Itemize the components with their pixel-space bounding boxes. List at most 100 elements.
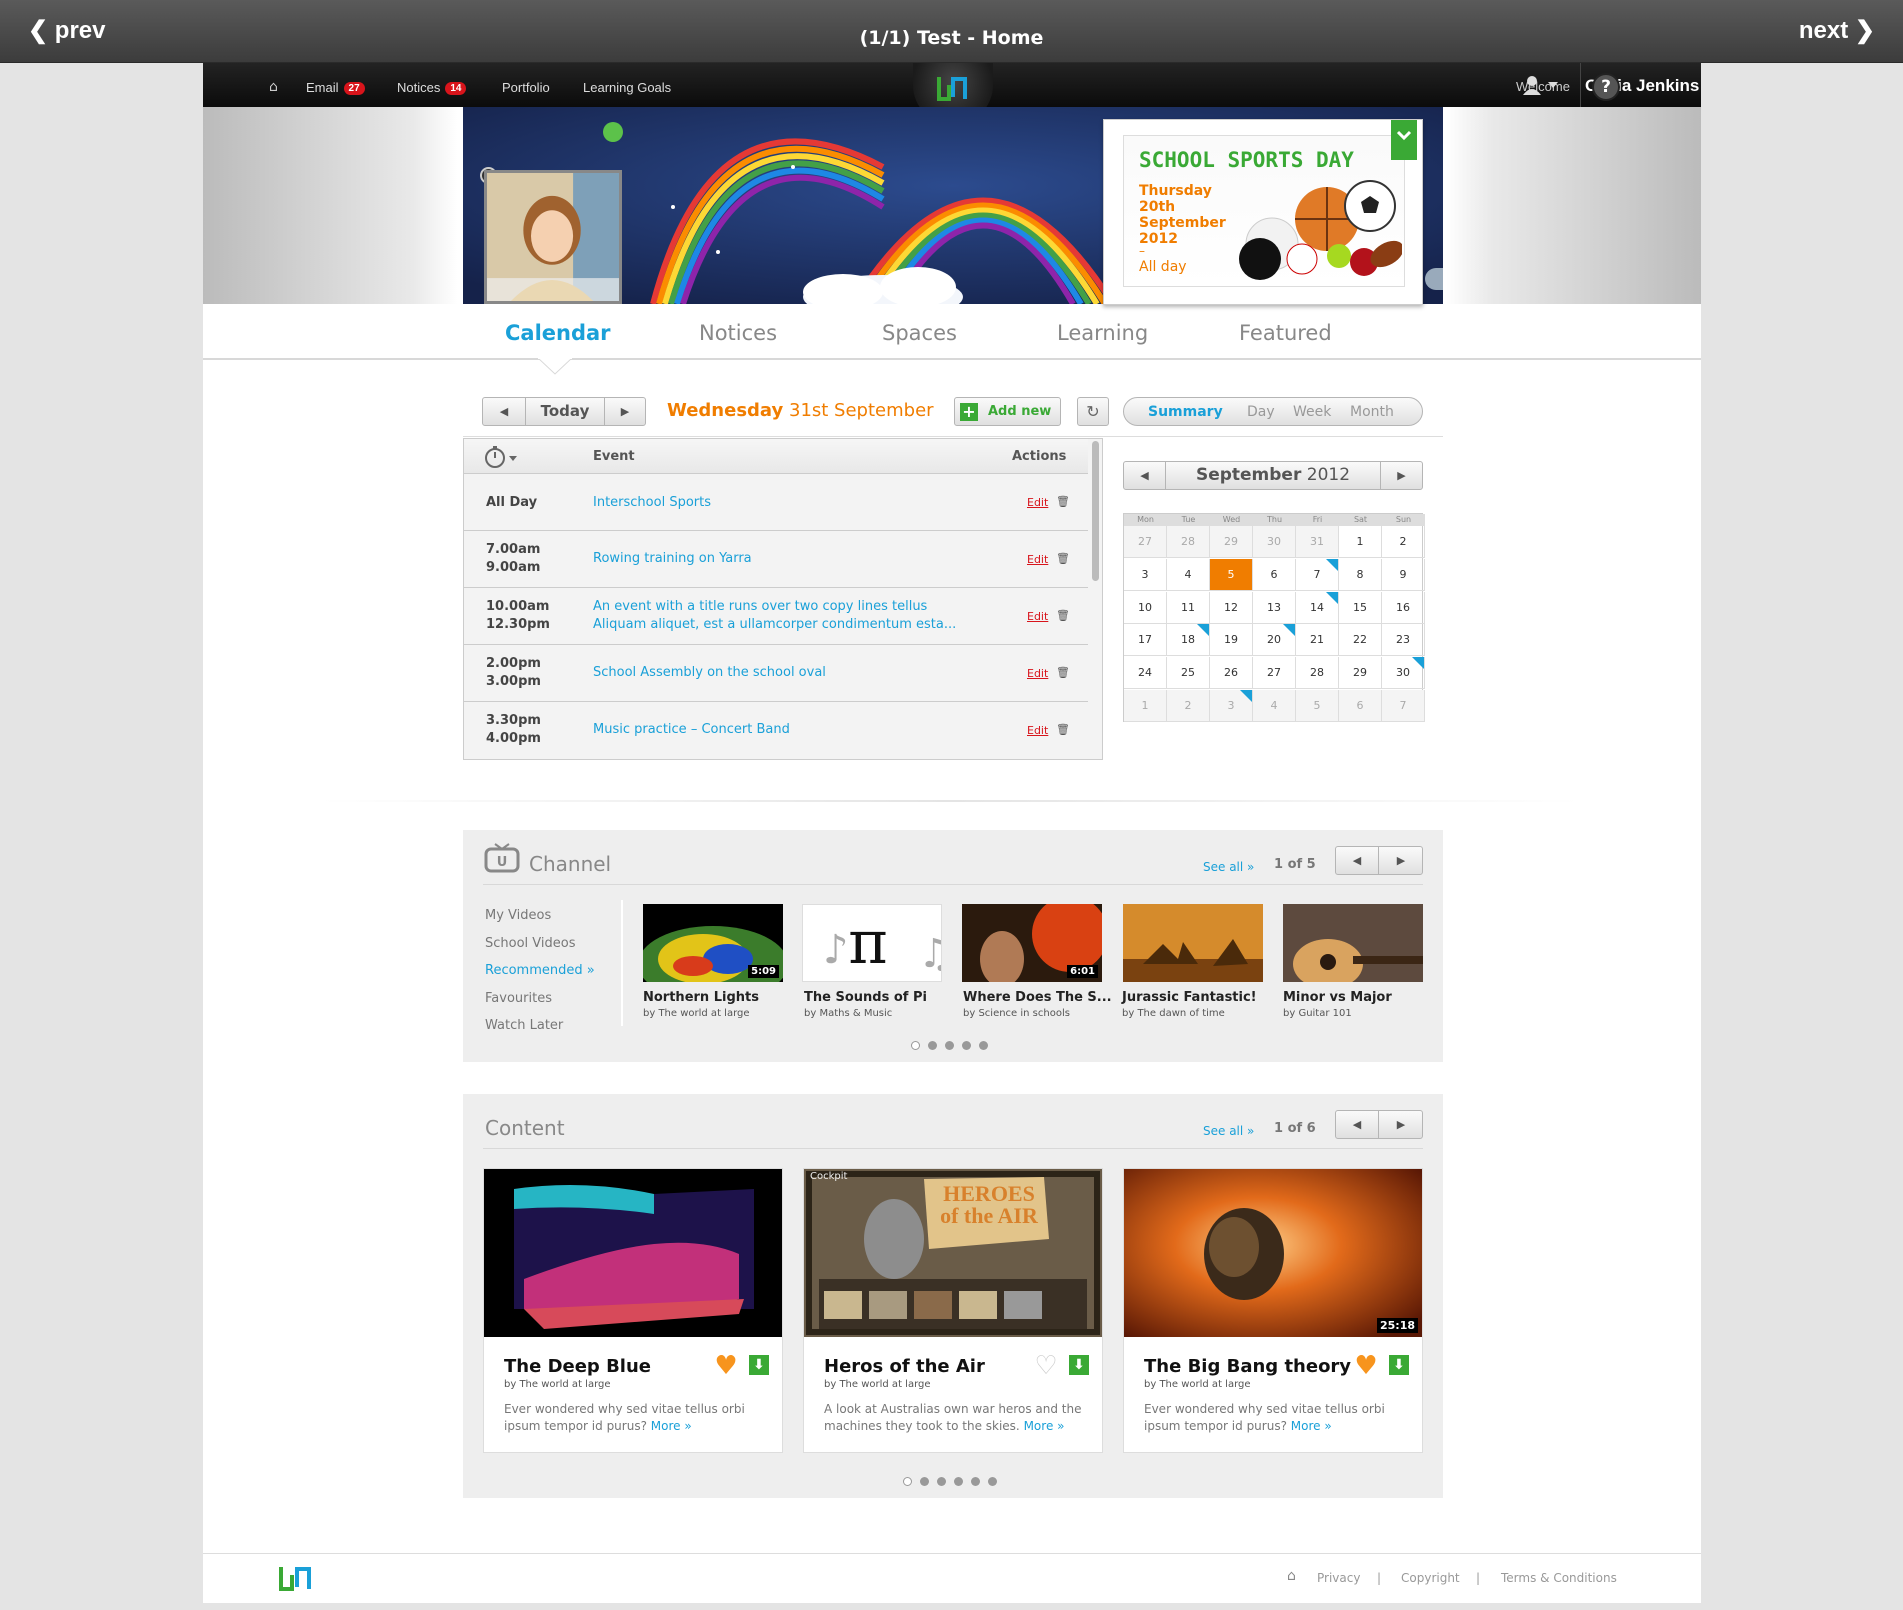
footer-logo-icon[interactable] (278, 1563, 312, 1593)
content-title-text[interactable]: Heros of the Air (824, 1356, 985, 1377)
calendar-day[interactable]: 22 (1339, 624, 1382, 657)
footer-home-icon[interactable]: ⌂ (1287, 1568, 1296, 1584)
calendar-day[interactable]: 11 (1167, 591, 1210, 624)
calendar-day[interactable]: 1 (1339, 526, 1382, 558)
page-dot[interactable] (920, 1477, 929, 1486)
calendar-day[interactable]: 19 (1210, 624, 1253, 657)
video-title[interactable]: Jurassic Fantastic! (1122, 990, 1257, 1005)
event-row[interactable]: All Day Interschool Sports Edit 🗑 (464, 474, 1088, 531)
video-thumbnail[interactable]: 6:01 (962, 904, 1102, 982)
calendar-day[interactable]: 18 (1167, 624, 1210, 657)
event-row[interactable]: 2.00pm 3.00pm School Assembly on the sch… (464, 645, 1088, 702)
footer-copyright-link[interactable]: Copyright (1401, 1571, 1460, 1585)
video-title[interactable]: Minor vs Major (1283, 990, 1392, 1005)
download-icon[interactable]: ⬇ (749, 1355, 769, 1375)
calendar-day[interactable]: 24 (1124, 657, 1167, 690)
calendar-day[interactable]: 7 (1296, 558, 1339, 591)
channel-nav-recommended[interactable]: Recommended » (485, 963, 595, 978)
calendar-day[interactable]: 30 (1253, 526, 1296, 558)
video-title[interactable]: Where Does The S... (963, 990, 1112, 1005)
footer-privacy-link[interactable]: Privacy (1317, 1571, 1360, 1585)
calendar-day[interactable]: 28 (1296, 657, 1339, 690)
edit-link[interactable]: Edit (1027, 667, 1048, 680)
banner-next-handle[interactable] (1425, 268, 1443, 290)
calendar-day[interactable]: 31 (1296, 526, 1339, 558)
channel-see-all[interactable]: See all » (1203, 860, 1254, 874)
content-title-text[interactable]: The Big Bang theory (1144, 1356, 1351, 1377)
page-dot[interactable] (962, 1041, 971, 1050)
home-icon[interactable]: ⌂ (269, 79, 278, 95)
content-see-all[interactable]: See all » (1203, 1124, 1254, 1138)
channel-next-button[interactable]: ▶ (1380, 847, 1422, 874)
calendar-day[interactable]: 29 (1210, 526, 1253, 558)
edit-link[interactable]: Edit (1027, 496, 1048, 509)
calendar-day[interactable]: 29 (1339, 657, 1382, 690)
tab-featured[interactable]: Featured (1239, 321, 1332, 345)
edit-link[interactable]: Edit (1027, 610, 1048, 623)
page-dot[interactable] (928, 1041, 937, 1050)
calendar-day[interactable]: 27 (1253, 657, 1296, 690)
trash-icon[interactable]: 🗑 (1056, 723, 1070, 736)
event-title[interactable]: Rowing training on Yarra (593, 550, 752, 568)
next-month-button[interactable]: ▶ (1380, 462, 1422, 489)
page-dot[interactable] (937, 1477, 946, 1486)
calendar-day[interactable]: 12 (1210, 591, 1253, 624)
page-dot[interactable] (988, 1477, 997, 1486)
calendar-day[interactable]: 10 (1124, 591, 1167, 624)
calendar-day[interactable]: 2 (1167, 690, 1210, 722)
more-link[interactable]: More » (1291, 1419, 1332, 1433)
calendar-day[interactable]: 3 (1210, 690, 1253, 722)
calendar-day[interactable]: 14 (1296, 591, 1339, 624)
video-thumbnail[interactable] (1283, 904, 1423, 982)
video-title[interactable]: The Sounds of Pi (804, 990, 927, 1005)
calendar-day[interactable]: 6 (1253, 558, 1296, 591)
help-button[interactable]: ? (1592, 73, 1620, 101)
calendar-day[interactable]: 7 (1382, 690, 1425, 722)
calendar-day[interactable]: 4 (1167, 558, 1210, 591)
video-thumbnail[interactable]: 5:09 (643, 904, 783, 982)
page-dot[interactable] (971, 1477, 980, 1486)
trash-icon[interactable]: 🗑 (1056, 552, 1070, 565)
calendar-day[interactable]: 16 (1382, 591, 1425, 624)
calendar-day[interactable]: 28 (1167, 526, 1210, 558)
video-thumbnail[interactable]: π ♪ ♫ (802, 904, 954, 982)
calendar-day[interactable]: 30 (1382, 657, 1425, 690)
refresh-button[interactable]: ↻ (1077, 397, 1109, 426)
calendar-day[interactable]: 6 (1339, 690, 1382, 722)
calendar-day[interactable]: 27 (1124, 526, 1167, 558)
page-dot[interactable] (945, 1041, 954, 1050)
event-promo-card[interactable]: SCHOOL SPORTS DAY Thursday 20th Septembe… (1103, 119, 1423, 305)
page-dot[interactable] (903, 1477, 912, 1486)
page-dot[interactable] (911, 1041, 920, 1050)
content-next-button[interactable]: ▶ (1380, 1111, 1422, 1138)
tab-calendar[interactable]: Calendar (505, 321, 611, 345)
calendar-day[interactable]: 13 (1253, 591, 1296, 624)
content-card[interactable]: 25:18 The Big Bang theory ♥ ⬇ by The wor… (1123, 1168, 1423, 1453)
event-row[interactable]: 3.30pm 4.00pm Music practice – Concert B… (464, 702, 1088, 759)
nav-email[interactable]: Email 27 (306, 80, 365, 95)
view-week[interactable]: Week (1293, 404, 1331, 420)
page-dot[interactable] (954, 1477, 963, 1486)
video-thumbnail[interactable] (1123, 904, 1263, 982)
channel-nav-favourites[interactable]: Favourites (485, 991, 552, 1006)
channel-nav-school-videos[interactable]: School Videos (485, 936, 576, 951)
calendar-day[interactable]: 4 (1253, 690, 1296, 722)
calendar-day[interactable]: 25 (1167, 657, 1210, 690)
event-title-line2[interactable]: Aliquam aliquet, est a ullamcorper condi… (593, 616, 956, 634)
calendar-day[interactable]: 26 (1210, 657, 1253, 690)
channel-prev-button[interactable]: ◀ (1336, 847, 1379, 874)
calendar-day[interactable]: 5 (1210, 558, 1253, 591)
user-menu[interactable] (1521, 73, 1561, 97)
tab-learning[interactable]: Learning (1057, 321, 1148, 345)
trash-icon[interactable]: 🗑 (1056, 495, 1070, 508)
trash-icon[interactable]: 🗑 (1056, 609, 1070, 622)
content-card[interactable]: The Deep Blue ♥ ⬇ by The world at large … (483, 1168, 783, 1453)
nav-learning-goals[interactable]: Learning Goals (583, 80, 671, 95)
prev-day-button[interactable]: ◀ (483, 398, 526, 425)
video-title[interactable]: Northern Lights (643, 990, 759, 1005)
prev-month-button[interactable]: ◀ (1124, 462, 1166, 489)
stopwatch-icon[interactable] (484, 445, 520, 469)
more-link[interactable]: More » (1024, 1419, 1065, 1433)
event-title[interactable]: Interschool Sports (593, 494, 711, 512)
edit-link[interactable]: Edit (1027, 724, 1048, 737)
